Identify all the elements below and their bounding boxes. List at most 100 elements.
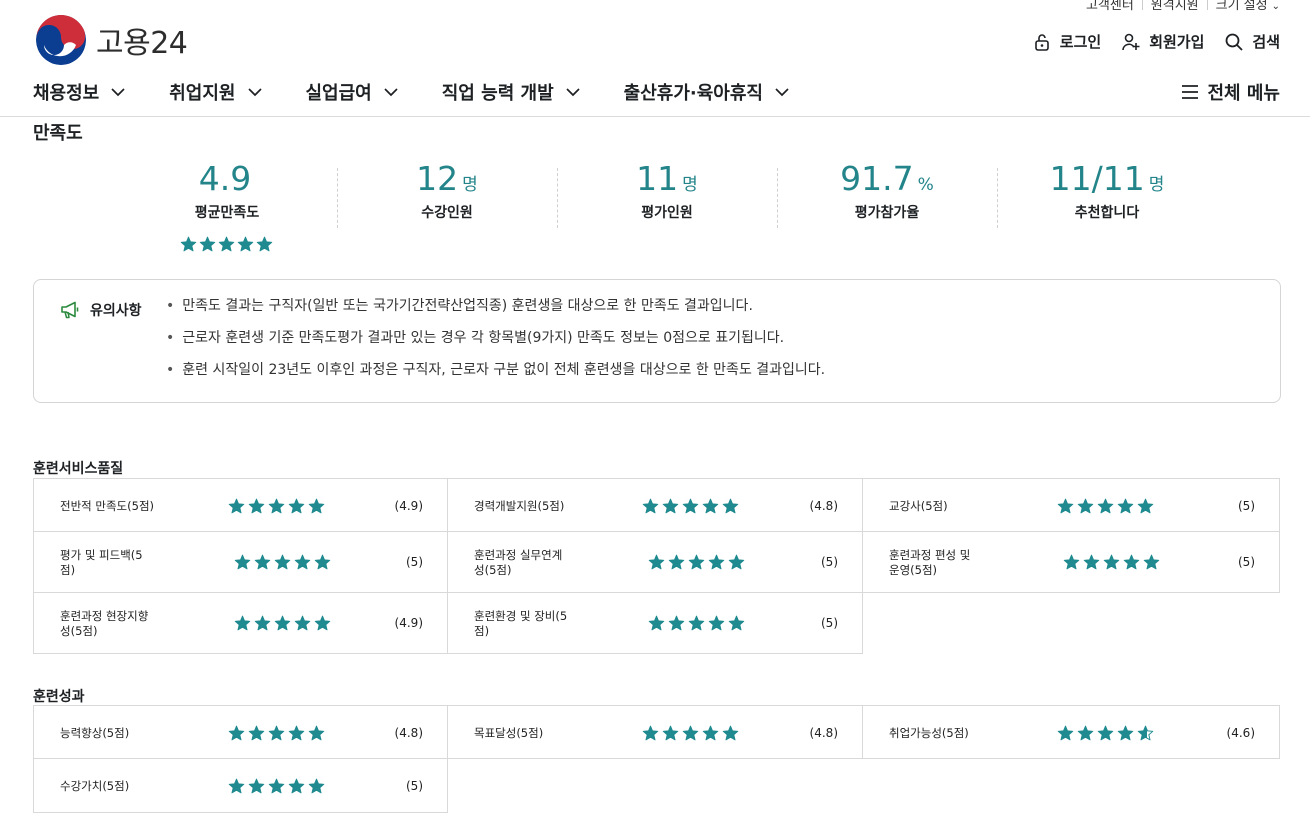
star-icon (314, 554, 331, 570)
star-rating (1063, 554, 1163, 571)
rating-item-score: (4.9) (394, 616, 423, 630)
user-add-icon (1122, 33, 1140, 50)
star-icon (682, 498, 699, 513)
header-actions: 로그인 회원가입 검색 (1012, 31, 1280, 52)
rating-item-label: 평가 및 피드백(5 점) (60, 547, 143, 577)
rating-item-label: 훈련과정 현장지향 성(5점) (60, 608, 149, 638)
stat-value-row: 11/11 명 (997, 158, 1217, 200)
rating-item: 훈련과정 실무연계 성(5점) (5) (447, 531, 863, 593)
rating-item: 능력향상(5점) (4.8) (33, 705, 448, 759)
rating-item: 전반적 만족도(5점) (4.9) (33, 478, 448, 532)
rating-item-score: (4.8) (809, 498, 838, 513)
star-rating (1057, 725, 1157, 742)
rating-item: 훈련과정 편성 및 운영(5점) (5) (862, 531, 1280, 593)
signup-button[interactable]: 회원가입 (1121, 31, 1204, 52)
rating-item-label: 능력향상(5점) (60, 725, 130, 740)
stat-label: 평균만족도 (194, 205, 260, 221)
star-icon (1123, 554, 1140, 570)
notice-item: 만족도 결과는 구직자(일반 또는 국가기간전략산업직종) 훈련생을 대상으로 … (166, 298, 825, 314)
star-icon (199, 236, 215, 252)
rating-item-label: 경력개발지원(5점) (474, 498, 565, 513)
search-icon (1225, 33, 1244, 51)
star-icon (254, 615, 271, 631)
stat-value: 4.9 (198, 159, 252, 198)
stat-enrolled: 12 명 수강인원 (337, 158, 557, 258)
rating-item-score: (5) (821, 555, 838, 569)
all-menu-label: 전체 메뉴 (1207, 83, 1280, 104)
star-rating (228, 778, 328, 795)
megaphone-icon (61, 301, 79, 319)
font-size-setting[interactable]: 크기 설정 ⌄ (1216, 0, 1280, 13)
all-menu-button[interactable]: 전체 메뉴 (1181, 79, 1280, 105)
rating-item: 목표달성(5점) (4.8) (447, 705, 863, 759)
stat-unit: 명 (682, 175, 698, 195)
star-rating (117, 236, 337, 253)
star-rating (642, 725, 742, 742)
stat-unit: 명 (462, 175, 478, 195)
star-icon (268, 725, 285, 740)
stat-label: 수강인원 (421, 205, 473, 221)
star-icon (642, 498, 659, 513)
star-icon (1097, 725, 1114, 740)
rating-item-label: 수강가치(5점) (60, 778, 130, 793)
star-icon (248, 778, 265, 793)
stat-average-satisfaction: 4.9 평균만족도 (117, 158, 337, 258)
star-icon (288, 778, 305, 793)
star-icon (648, 554, 665, 570)
star-icon (248, 725, 265, 740)
rating-item: 교강사(5점) (5) (862, 478, 1280, 532)
rating-item-label: 전반적 만족도(5점) (60, 498, 155, 513)
nav-item-unemployment-benefits[interactable]: 실업급여 (306, 79, 398, 105)
star-icon (688, 615, 705, 631)
nav-item-parental-leave[interactable]: 출산휴가·육아휴직 (624, 79, 789, 105)
satisfaction-summary: 4.9 평균만족도 12 명 수강인원 11 명 평가인원 91.7% 평가참가율 … (117, 158, 1217, 258)
stat-value-row: 91.7% (777, 158, 997, 200)
nav-item-jobs[interactable]: 채용정보 (33, 79, 125, 105)
star-icon (1137, 498, 1154, 513)
star-icon (294, 554, 311, 570)
star-icon (274, 615, 291, 631)
nav-item-employment-support[interactable]: 취업지원 (169, 79, 262, 105)
utility-bar: 고객센터 원격지원 크기 설정 ⌄ (1086, 0, 1280, 13)
nav-label: 취업지원 (169, 83, 236, 104)
star-icon (248, 498, 265, 513)
star-icon (268, 778, 285, 793)
hamburger-menu-icon (1182, 85, 1199, 99)
remote-support-link[interactable]: 원격지원 (1151, 0, 1199, 13)
font-size-label: 크기 설정 (1215, 0, 1268, 13)
star-icon (682, 725, 699, 740)
site-logo[interactable]: 고용24 (36, 15, 188, 65)
star-icon (288, 725, 305, 740)
star-icon (1137, 725, 1154, 740)
star-rating (234, 615, 334, 632)
star-rating (234, 554, 334, 571)
star-icon (708, 554, 725, 570)
notice-item: 근로자 훈련생 기준 만족도평가 결과만 있는 경우 각 항목별(9가지) 만족… (166, 330, 825, 346)
star-icon (702, 498, 719, 513)
star-icon (662, 498, 679, 513)
rating-item-label: 취업가능성(5점) (889, 725, 969, 740)
stat-evaluators: 11 명 평가인원 (557, 158, 777, 258)
stat-value: 11 (636, 159, 679, 198)
nav-item-skill-development[interactable]: 직업 능력 개발 (442, 79, 580, 105)
rating-item-label: 훈련과정 편성 및 운영(5점) (889, 547, 971, 577)
stat-value: 91.7 (840, 159, 914, 198)
stat-label: 평가인원 (641, 205, 693, 221)
star-icon (1057, 725, 1074, 740)
rating-item-score: (4.6) (1226, 725, 1255, 740)
star-icon (218, 236, 234, 252)
rating-item-score: (5) (1238, 555, 1255, 569)
rating-item: 평가 및 피드백(5 점) (5) (33, 531, 448, 593)
customer-center-link[interactable]: 고객센터 (1086, 0, 1134, 13)
chevron-down-icon (111, 87, 125, 96)
star-icon (728, 615, 745, 631)
star-icon (294, 615, 311, 631)
rating-item-label: 훈련과정 실무연계 성(5점) (474, 547, 563, 577)
star-icon (254, 554, 271, 570)
star-icon (228, 498, 245, 513)
star-rating (648, 615, 748, 632)
header-divider (0, 116, 1310, 117)
star-icon (274, 554, 291, 570)
search-button[interactable]: 검색 (1224, 31, 1280, 52)
login-button[interactable]: 로그인 (1032, 31, 1101, 52)
